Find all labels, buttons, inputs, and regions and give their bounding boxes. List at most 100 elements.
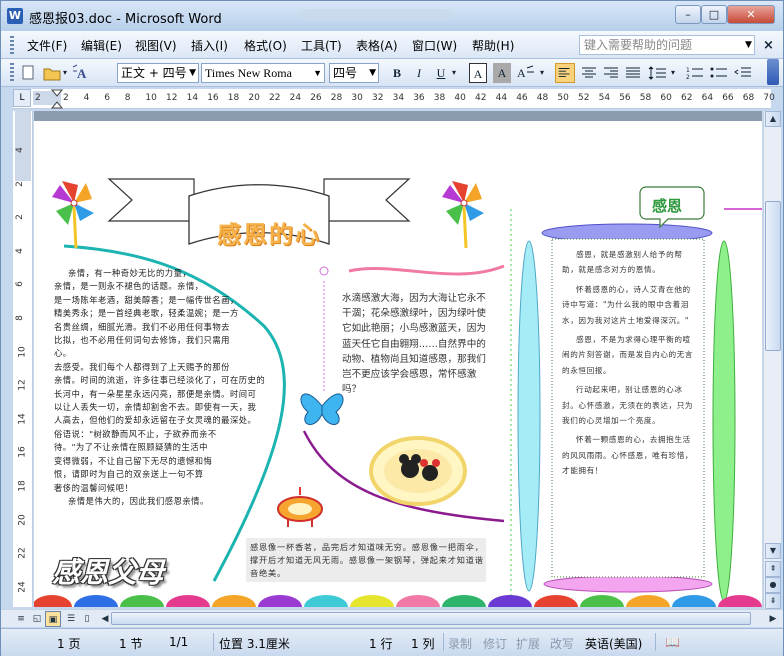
open-folder-icon[interactable]: [43, 63, 61, 83]
ruler-number: 56: [619, 93, 631, 103]
ruler-number: 50: [557, 93, 569, 103]
justify-icon[interactable]: [623, 63, 643, 83]
indent-marker-icon[interactable]: [51, 89, 63, 109]
scroll-up-icon[interactable]: ▲: [765, 111, 781, 127]
numbered-list-icon[interactable]: 12: [685, 63, 705, 83]
new-document-icon[interactable]: [21, 63, 35, 83]
style-dropdown[interactable]: 正文 + 四号 ▼: [117, 63, 199, 83]
vertical-ruler-number: 4: [14, 147, 25, 153]
help-dropdown-arrow-icon[interactable]: ▼: [745, 40, 752, 50]
outline-view-icon[interactable]: ☰: [63, 611, 79, 627]
underline-button[interactable]: U: [433, 63, 449, 83]
close-button[interactable]: ✕: [727, 5, 775, 24]
status-extend[interactable]: 扩展: [516, 635, 540, 652]
ribbon-right-tail: [323, 178, 411, 222]
toolbar-grip[interactable]: [10, 63, 14, 83]
line-spacing-dropdown-icon[interactable]: ▾: [669, 63, 677, 83]
align-center-icon[interactable]: [579, 63, 599, 83]
underline-dropdown-icon[interactable]: ▾: [450, 63, 458, 83]
blurred-caption: [301, 9, 451, 21]
document-area[interactable]: 感恩的心 感恩父母 感恩 亲情，有一种奇妙无比的力量， 亲情，是一则永不褪色的话题…: [34, 111, 762, 607]
ruler-number: 16: [207, 93, 219, 103]
right-article: 感恩，就是感激别人给予的帮助，就是感念对方的恩情。 怀着感恩的心，诗人艾青在他的诗…: [562, 247, 696, 483]
left-article-line: 变得微弱，不让自己留下无尽的遗憾和悔: [54, 455, 213, 466]
status-language[interactable]: 英语(美国): [585, 635, 642, 652]
horizontal-scroll-thumb[interactable]: [111, 612, 751, 625]
document-close-button[interactable]: ×: [763, 38, 774, 53]
browse-object-icon[interactable]: ●: [765, 577, 781, 593]
next-page-icon[interactable]: ⇟: [765, 593, 781, 609]
banner-title: 感恩的心: [217, 220, 321, 249]
status-track-changes[interactable]: 修订: [483, 635, 507, 652]
ruler-number: 54: [598, 93, 611, 103]
status-record[interactable]: 录制: [448, 635, 472, 652]
horizontal-ruler[interactable]: L 2 2 4 6 8 10 12 14 16 18 20 22 24 26 28 30 32 34 36 38 40 4…: [13, 89, 775, 109]
open-dropdown-icon[interactable]: ▾: [61, 63, 69, 83]
ruler-number: 68: [742, 93, 755, 103]
ruler-number: 8: [124, 93, 131, 103]
vertical-ruler-number: 22: [17, 547, 28, 559]
ruler-number: 30: [351, 93, 363, 103]
char-shading-button[interactable]: A: [493, 63, 511, 83]
web-view-icon[interactable]: ◱: [29, 611, 45, 627]
svg-text:A: A: [517, 66, 526, 80]
spelling-status-icon[interactable]: 📖: [665, 635, 680, 649]
pillar-left-column: [517, 240, 541, 592]
vertical-ruler[interactable]: 422468101214161820222426: [13, 111, 33, 626]
vertical-scrollbar[interactable]: ▲ ▼ ⇞ ● ⇟: [763, 111, 781, 609]
maximize-button[interactable]: □: [701, 5, 727, 24]
scroll-down-icon[interactable]: ▼: [765, 543, 781, 559]
horizontal-scrollbar[interactable]: ≡ ◱ ▣ ☰ ▯ ◀ ▶: [1, 609, 783, 627]
menu-file[interactable]: 文件(F): [27, 37, 67, 54]
pillar-right-column: [712, 240, 736, 602]
vertical-ruler-number: 12: [17, 379, 28, 391]
status-line: 1 行: [369, 637, 393, 651]
menu-table[interactable]: 表格(A): [356, 37, 398, 54]
document-page[interactable]: 感恩的心 感恩父母 感恩 亲情，有一种奇妙无比的力量， 亲情，是一则永不褪色的话题…: [34, 121, 762, 607]
styles-pane-icon[interactable]: A: [71, 63, 93, 83]
font-size-dropdown[interactable]: 四号 ▼: [329, 63, 379, 83]
bullet-list-icon[interactable]: [709, 63, 729, 83]
toolbar-options-button[interactable]: [767, 59, 779, 85]
ruler-number: 14: [186, 93, 199, 103]
menubar-grip[interactable]: [10, 36, 14, 54]
word-app-icon: W: [7, 8, 23, 24]
vertical-scroll-thumb[interactable]: [765, 201, 781, 351]
vertical-ruler-number: 10: [17, 345, 28, 358]
menu-tools[interactable]: 工具(T): [301, 37, 342, 54]
tab-selector[interactable]: L: [13, 89, 31, 107]
status-overtype[interactable]: 改写: [550, 635, 574, 652]
status-bar: 1 页 1 节 1/1 位置 3.1厘米 1 行 1 列 录制 修订 扩展 改写…: [1, 628, 783, 656]
char-scale-icon[interactable]: A: [515, 63, 537, 83]
normal-view-icon[interactable]: ≡: [13, 611, 29, 627]
menu-window[interactable]: 窗口(W): [412, 37, 457, 54]
print-layout-icon[interactable]: ▣: [45, 611, 61, 627]
left-article: 亲情，有一种奇妙无比的力量， 亲情，是一则永不褪色的话题。亲情， 是一场陈年老酒，甜…: [54, 267, 316, 508]
decrease-indent-icon[interactable]: [733, 63, 753, 83]
ruler-number: 66: [722, 93, 734, 103]
menu-view[interactable]: 视图(V): [135, 37, 177, 54]
line-spacing-icon[interactable]: [647, 63, 669, 83]
ruler-number: 2: [35, 93, 41, 103]
char-scale-dropdown-icon[interactable]: ▾: [538, 63, 546, 83]
char-border-button[interactable]: A: [469, 63, 487, 83]
menu-insert[interactable]: 插入(I): [191, 37, 228, 54]
bold-button[interactable]: B: [389, 63, 405, 83]
menu-help[interactable]: 帮助(H): [472, 37, 514, 54]
left-article-line: 名贵丝绸，细腻光滑。我们不必用任何事物去: [54, 321, 230, 332]
help-search-input[interactable]: 键入需要帮助的问题: [579, 35, 755, 55]
title-bar: W 感恩报03.doc - Microsoft Word – □ ✕: [1, 1, 783, 31]
ruler-number: 64: [701, 93, 714, 103]
align-left-icon[interactable]: [555, 63, 575, 83]
prev-page-icon[interactable]: ⇞: [765, 561, 781, 577]
italic-button[interactable]: I: [411, 63, 427, 83]
window-title: 感恩报03.doc - Microsoft Word: [29, 12, 222, 27]
menu-format[interactable]: 格式(O): [244, 37, 287, 54]
reading-view-icon[interactable]: ▯: [79, 611, 95, 627]
vertical-ruler-number: 24: [17, 581, 28, 593]
menu-edit[interactable]: 编辑(E): [81, 37, 122, 54]
scroll-right-icon[interactable]: ▶: [765, 611, 781, 627]
minimize-button[interactable]: –: [675, 5, 701, 24]
font-dropdown[interactable]: Times New Roma ▼: [201, 63, 325, 83]
align-right-icon[interactable]: [601, 63, 621, 83]
